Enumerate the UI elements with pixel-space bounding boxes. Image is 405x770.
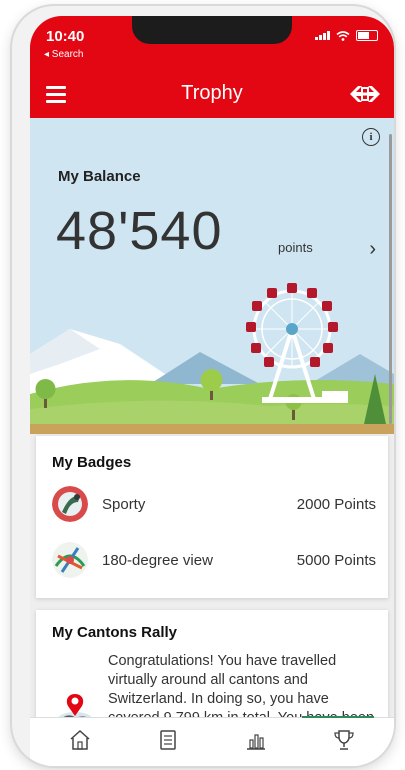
trophy-icon[interactable] bbox=[332, 728, 356, 752]
badges-title: My Badges bbox=[52, 454, 132, 471]
badge-points: 5000 Points bbox=[296, 551, 376, 569]
status-icons bbox=[315, 30, 378, 41]
list-icon[interactable] bbox=[156, 728, 180, 752]
badge-row-sporty[interactable]: Sporty 2000 Points bbox=[52, 484, 376, 524]
badge-points: 2000 Points bbox=[296, 495, 376, 513]
battery-icon bbox=[356, 30, 378, 41]
screen: 10:40 ◂ Search Trophy i My Balance 48'54… bbox=[30, 16, 394, 766]
sbb-logo-icon[interactable] bbox=[350, 84, 380, 104]
page-title: Trophy bbox=[181, 82, 243, 104]
active-tab-indicator bbox=[302, 716, 374, 718]
signal-icon bbox=[315, 31, 330, 40]
wifi-icon bbox=[336, 30, 350, 41]
phone-notch bbox=[132, 16, 292, 44]
badge-name: 180-degree view bbox=[102, 551, 213, 569]
app-header: 10:40 ◂ Search Trophy bbox=[30, 16, 394, 118]
badges-card[interactable]: My Badges Sporty 2000 Points 180-degree … bbox=[36, 436, 388, 598]
panorama-badge-icon bbox=[52, 542, 88, 578]
phone-frame: 10:40 ◂ Search Trophy i My Balance 48'54… bbox=[12, 6, 394, 766]
chart-icon[interactable] bbox=[244, 728, 268, 752]
badge-name: Sporty bbox=[102, 495, 146, 513]
sporty-badge-icon bbox=[52, 486, 88, 522]
back-to-search-link[interactable]: ◂ Search bbox=[44, 49, 83, 60]
badge-row-180-view[interactable]: 180-degree view 5000 Points bbox=[52, 540, 376, 580]
rally-title: My Cantons Rally bbox=[52, 624, 178, 641]
landscape-illustration bbox=[30, 283, 394, 434]
balance-panel[interactable]: i My Balance 48'540 points › bbox=[30, 118, 394, 434]
balance-label: My Balance bbox=[58, 168, 141, 185]
scrollbar[interactable] bbox=[389, 134, 392, 424]
status-time: 10:40 bbox=[46, 28, 85, 45]
info-icon[interactable]: i bbox=[362, 128, 380, 146]
home-icon[interactable] bbox=[68, 728, 92, 752]
bottom-tab-bar bbox=[30, 716, 394, 766]
